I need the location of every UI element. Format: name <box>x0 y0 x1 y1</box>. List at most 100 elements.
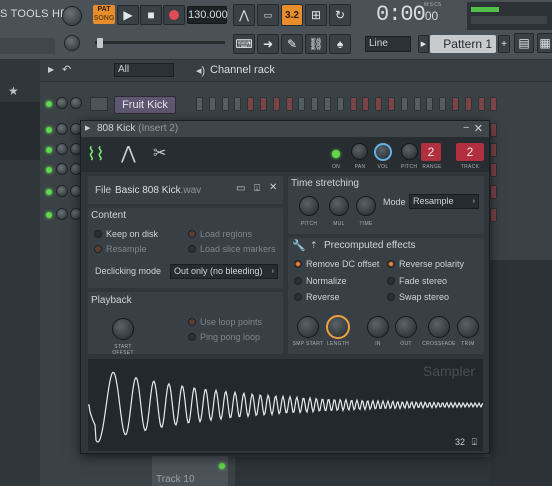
channel-pan-knob[interactable] <box>56 163 68 175</box>
load-regions-option[interactable]: Load regions <box>188 229 252 239</box>
track-value[interactable]: 2 <box>456 143 484 161</box>
paint-brush-button[interactable]: ✎ <box>281 34 303 54</box>
time-knob[interactable] <box>356 196 376 216</box>
hat-button[interactable]: ♠ <box>329 34 351 54</box>
channel-led[interactable] <box>46 101 52 107</box>
step-button[interactable] <box>490 185 498 199</box>
load-slice-option[interactable]: Load slice markers <box>188 244 276 254</box>
range-value[interactable]: 2 <box>421 143 441 161</box>
file-close-icon[interactable]: ✕ <box>269 182 277 193</box>
pat-song-toggle[interactable]: PAT SONG <box>93 5 115 24</box>
close-icon[interactable]: ✕ <box>474 121 483 137</box>
window-menu-icon[interactable]: ▶ <box>85 121 90 137</box>
step-button[interactable] <box>490 123 498 137</box>
length-knob[interactable] <box>326 315 350 339</box>
star-icon[interactable]: ★ <box>8 84 19 98</box>
master-pitch-slider[interactable] <box>95 38 225 48</box>
step-button[interactable] <box>490 143 498 157</box>
piano-roll-icon[interactable]: ▦ <box>537 33 552 53</box>
channel-vol-knob[interactable] <box>70 97 82 109</box>
step-button[interactable] <box>375 97 383 111</box>
tempo-display[interactable]: 130.000 <box>187 6 228 24</box>
channel-pan-knob[interactable] <box>56 185 68 197</box>
step-button[interactable] <box>234 97 242 111</box>
waveform-display[interactable]: Sampler 32 ⍗ <box>88 359 483 451</box>
time-display[interactable]: 0:0000 M:S:CS <box>376 2 446 30</box>
undo-icon[interactable]: ↶ <box>62 63 71 76</box>
in-knob[interactable] <box>367 316 389 338</box>
save-icon[interactable]: ⍗ <box>254 183 260 194</box>
wrench-icon[interactable]: 🔧 <box>292 239 306 252</box>
channel-mixer-target[interactable] <box>90 97 108 111</box>
arrow-button[interactable]: ➜ <box>257 34 279 54</box>
step-button[interactable] <box>247 97 255 111</box>
stretch-pitch-knob[interactable] <box>299 196 319 216</box>
fade-stereo-option[interactable]: Fade stereo <box>387 276 447 286</box>
on-led[interactable] <box>332 150 340 158</box>
swap-stereo-option[interactable]: Swap stereo <box>387 292 449 302</box>
reverse-option[interactable]: Reverse <box>294 292 340 302</box>
file-name[interactable]: Basic 808 Kick.wav <box>115 185 201 196</box>
vol-knob[interactable] <box>374 143 392 161</box>
step-button[interactable] <box>349 97 357 111</box>
window-titlebar[interactable]: ▶ 808 Kick (Insert 2) – ✕ <box>81 121 489 137</box>
declick-select[interactable]: Out only (no bleeding) › <box>170 264 278 279</box>
step-button[interactable] <box>362 97 370 111</box>
snap-select[interactable]: Line <box>365 36 411 52</box>
channel-led[interactable] <box>46 212 52 218</box>
crossfade-knob[interactable] <box>428 316 450 338</box>
channel-led[interactable] <box>46 147 52 153</box>
pitch-knob[interactable] <box>401 143 418 160</box>
folder-icon[interactable]: ▭ <box>236 183 245 194</box>
wait-input-button[interactable]: ▭ <box>257 4 279 26</box>
out-knob[interactable] <box>395 316 417 338</box>
bit-depth-icon[interactable]: ⍗ <box>472 437 477 448</box>
add-pattern-icon[interactable]: + <box>498 35 510 53</box>
metronome-button[interactable]: ⋀ <box>233 4 255 26</box>
record-button[interactable] <box>163 5 185 25</box>
channel-pan-knob[interactable] <box>56 143 68 155</box>
channel-led[interactable] <box>46 189 52 195</box>
mul-knob[interactable] <box>329 196 349 216</box>
step-button[interactable] <box>490 97 498 111</box>
step-button[interactable] <box>285 97 293 111</box>
channel-pan-knob[interactable] <box>56 97 68 109</box>
step-button[interactable] <box>336 97 344 111</box>
pan-knob[interactable] <box>351 143 368 160</box>
playlist-icon[interactable]: ▤ <box>514 33 534 53</box>
channel-led[interactable] <box>46 167 52 173</box>
step-button[interactable] <box>260 97 267 111</box>
step-button[interactable] <box>452 97 459 111</box>
step-button[interactable] <box>490 208 498 222</box>
stop-button[interactable]: ■ <box>140 5 162 25</box>
typing-keyboard-button[interactable]: ⌨ <box>233 34 255 54</box>
resample-option[interactable]: Resample <box>94 244 147 254</box>
loop-record-button[interactable]: ↻ <box>329 4 351 26</box>
step-button[interactable] <box>477 97 485 111</box>
reverse-polarity-option[interactable]: Reverse polarity <box>387 259 464 269</box>
step-button[interactable] <box>221 97 229 111</box>
step-button[interactable] <box>311 97 319 111</box>
pattern-prev-icon[interactable]: ▶ <box>418 35 429 53</box>
step-button[interactable] <box>400 97 408 111</box>
envelope-tab-icon[interactable]: ⋀ <box>121 143 145 167</box>
loop-points-option[interactable]: Use loop points <box>188 317 262 327</box>
track-10-lane[interactable] <box>235 457 490 486</box>
channel-pan-knob[interactable] <box>56 208 68 220</box>
smp-start-knob[interactable] <box>297 316 319 338</box>
play-button[interactable]: ▶ <box>117 5 139 25</box>
step-button[interactable] <box>298 97 306 111</box>
step-button[interactable] <box>272 97 280 111</box>
normalize-option[interactable]: Normalize <box>294 276 347 286</box>
countdown-button[interactable]: 3.2 <box>281 4 303 26</box>
up-arrow-icon[interactable]: ⇡ <box>310 240 318 251</box>
rack-menu-icon[interactable]: ▶ <box>48 65 54 74</box>
start-offset-knob[interactable] <box>112 318 134 340</box>
master-volume-knob[interactable] <box>62 6 82 26</box>
pattern-select[interactable]: Pattern 1 <box>430 35 496 53</box>
link-button[interactable]: ⛓ <box>305 34 327 54</box>
channel-name-button[interactable]: Fruit Kick <box>114 96 176 114</box>
track-10-label[interactable]: Track 10 <box>152 456 228 486</box>
channel-pan-knob[interactable] <box>56 123 68 135</box>
wave-tab-icon[interactable]: ⌇⌇ <box>87 143 111 167</box>
